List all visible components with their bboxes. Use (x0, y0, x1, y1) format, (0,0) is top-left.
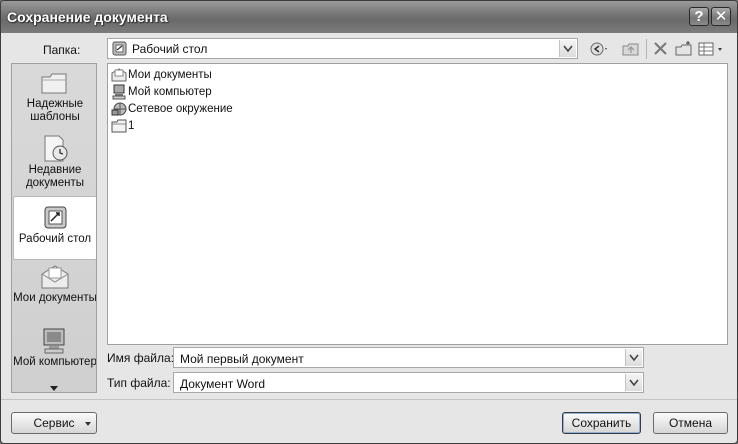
tools-button-label: Сервис (33, 416, 75, 430)
my-documents-icon (111, 68, 127, 82)
recent-documents-icon (13, 134, 96, 164)
place-label: Надежные шаблоны (26, 98, 84, 123)
save-button-label: Сохранить (571, 416, 632, 430)
caret-down-icon (85, 422, 91, 426)
file-name: 1 (128, 120, 135, 132)
help-button[interactable]: ? (689, 7, 709, 26)
desktop-icon (14, 203, 96, 233)
location-value: Рабочий стол (132, 42, 208, 56)
place-label: Недавние документы (25, 164, 85, 189)
place-label: Мой компьютер (13, 356, 97, 368)
filename-value: Мой первый документ (180, 352, 304, 366)
my-computer-icon (13, 326, 96, 356)
place-my-documents[interactable]: Мои документы (13, 262, 97, 326)
back-button[interactable] (589, 40, 609, 58)
footer-divider (1, 399, 737, 400)
save-dialog: Сохранение документа ? ✕ Папка: Рабочий … (0, 0, 738, 444)
folder-icon (111, 119, 127, 133)
filetype-select[interactable]: Документ Word (173, 372, 644, 393)
file-name: Мои документы (128, 69, 212, 81)
place-trusted-templates[interactable]: Надежные шаблоны (13, 68, 96, 132)
place-my-computer[interactable]: Мой компьютер (13, 326, 97, 390)
toolbar-separator (646, 39, 647, 59)
close-button[interactable]: ✕ (711, 7, 731, 26)
cancel-button-label: Отмена (668, 416, 713, 430)
title-bar: Сохранение документа ? ✕ (1, 1, 737, 33)
my-documents-icon (13, 262, 96, 292)
filename-input[interactable]: Мой первый документ (173, 347, 644, 368)
filetype-label: Тип файла: (107, 376, 171, 390)
filename-label: Имя файла: (107, 351, 174, 365)
tools-button[interactable]: Сервис (11, 412, 97, 434)
my-computer-icon (112, 84, 126, 100)
file-list[interactable]: Мои документы Мой компьютер Сетевое окру… (107, 63, 728, 345)
places-bar: Надежные шаблоны Недавние документы Рабо… (11, 63, 97, 393)
views-button[interactable] (697, 40, 727, 58)
place-label: Мои документы (13, 292, 97, 304)
chevron-down-icon[interactable] (559, 40, 576, 57)
chevron-down-icon[interactable] (625, 374, 642, 391)
place-desktop[interactable]: Рабочий стол (13, 196, 96, 260)
network-icon (111, 102, 127, 116)
up-folder-button[interactable] (621, 40, 641, 58)
new-folder-button[interactable] (674, 40, 694, 58)
places-scroll-down[interactable] (13, 382, 95, 392)
dialog-title: Сохранение документа (7, 9, 168, 25)
save-button[interactable]: Сохранить (562, 412, 641, 434)
filetype-value: Документ Word (180, 377, 266, 391)
file-name: Мой компьютер (128, 86, 212, 98)
delete-button[interactable] (651, 40, 671, 58)
place-recent-documents[interactable]: Недавние документы (13, 134, 96, 198)
cancel-button[interactable]: Отмена (653, 412, 728, 434)
desktop-icon (112, 41, 127, 59)
folder-icon (13, 68, 96, 98)
chevron-down-icon[interactable] (625, 349, 642, 366)
location-dropdown[interactable]: Рабочий стол (107, 38, 578, 59)
location-label: Папка: (43, 43, 81, 57)
place-label: Рабочий стол (18, 233, 92, 245)
file-name: Сетевое окружение (128, 103, 233, 115)
